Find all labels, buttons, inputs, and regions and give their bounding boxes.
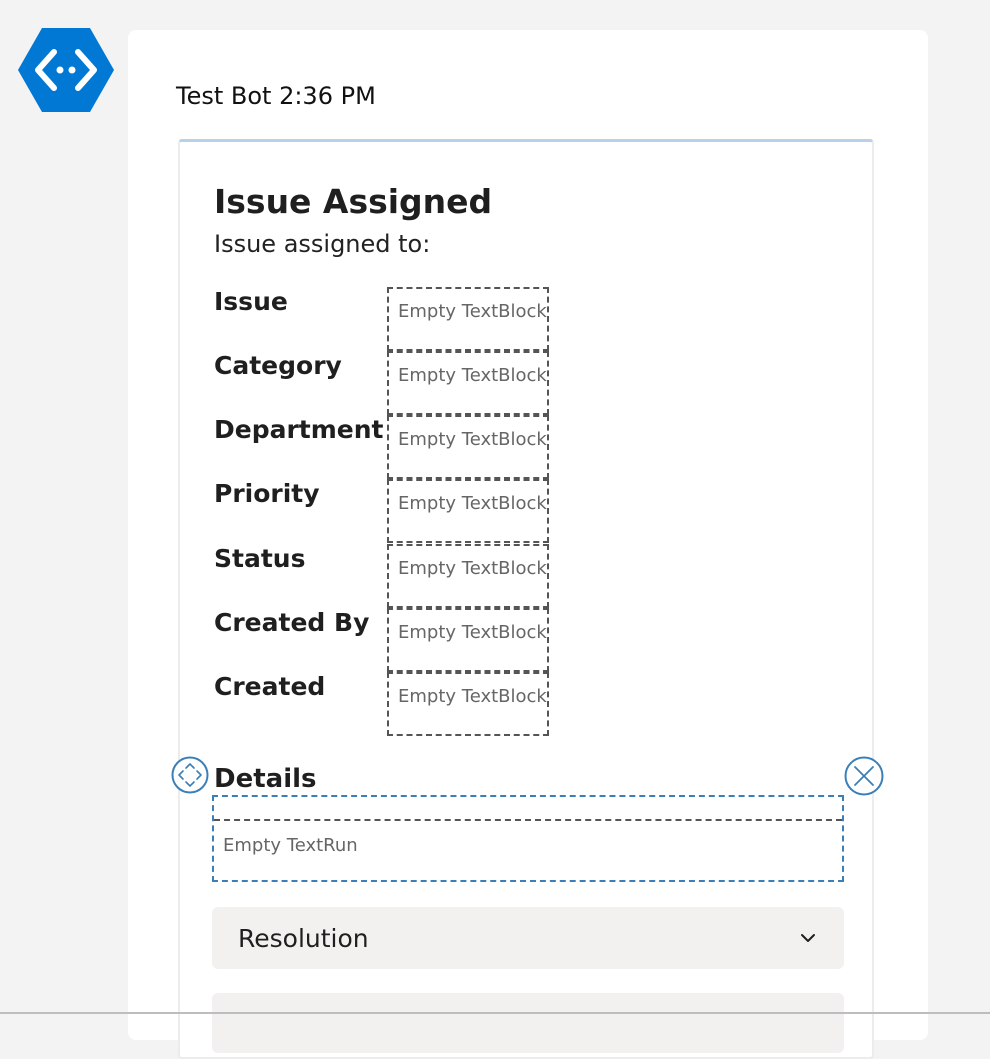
fact-label-issue: Issue <box>214 287 288 316</box>
next-input-field[interactable] <box>212 993 844 1053</box>
bot-avatar <box>18 28 114 112</box>
resolution-selected-value: Resolution <box>238 923 369 953</box>
details-richtext-block[interactable]: Empty TextRun <box>212 795 844 882</box>
close-circle-icon <box>844 756 884 796</box>
fact-value-issue[interactable]: Empty TextBlock <box>387 287 549 351</box>
message-bubble: Test Bot 2:36 PM Issue Assigned Issue as… <box>128 30 928 1059</box>
chevron-down-icon <box>801 934 815 942</box>
fact-label-priority: Priority <box>214 479 320 508</box>
fact-value-created-by[interactable]: Empty TextBlock <box>387 608 549 672</box>
fact-value-department[interactable]: Empty TextBlock <box>387 415 549 479</box>
sender-timestamp: Test Bot 2:36 PM <box>176 82 376 110</box>
fact-value-category[interactable]: Empty TextBlock <box>387 351 549 415</box>
adaptive-card: Issue Assigned Issue assigned to: Issue … <box>171 139 884 1059</box>
fact-label-department: Department <box>214 415 384 444</box>
remove-element-button[interactable] <box>844 756 884 796</box>
card-subtitle: Issue assigned to: <box>214 230 431 258</box>
fact-value-status[interactable]: Empty TextBlock <box>387 544 549 608</box>
details-textrun[interactable]: Empty TextRun <box>214 819 842 880</box>
fact-value-priority[interactable]: Empty TextBlock <box>387 479 549 543</box>
fact-label-category: Category <box>214 351 342 380</box>
bot-logo-icon <box>18 28 114 112</box>
fact-value-created[interactable]: Empty TextBlock <box>387 672 549 736</box>
window-bottom-divider <box>0 1012 990 1014</box>
fact-label-status: Status <box>214 544 306 573</box>
fact-label-created: Created <box>214 672 326 701</box>
resolution-select[interactable]: Resolution <box>212 907 844 969</box>
card-title: Issue Assigned <box>214 182 493 221</box>
fact-label-created-by: Created By <box>214 608 370 637</box>
move-handle[interactable] <box>171 756 209 794</box>
move-arrows-icon <box>171 756 209 794</box>
details-heading: Details <box>214 764 317 794</box>
